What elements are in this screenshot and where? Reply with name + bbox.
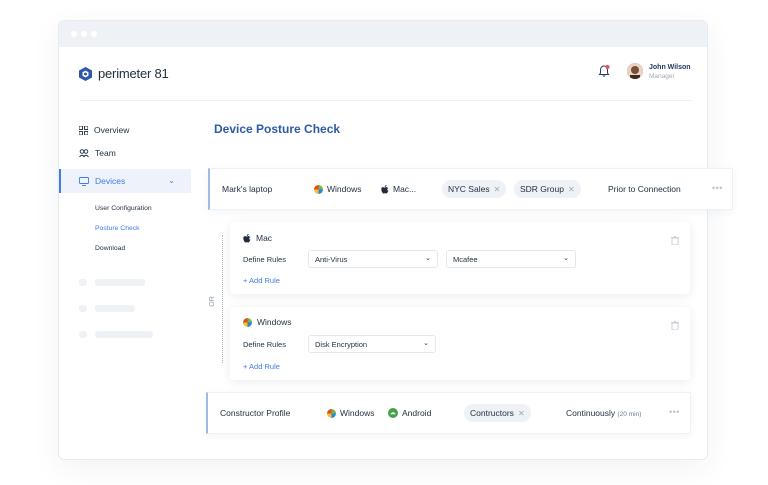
- add-rule-button[interactable]: + Add Rule: [243, 362, 280, 371]
- rule-type-select[interactable]: Disk Encryption ⌄: [308, 335, 436, 353]
- or-label: OR: [208, 296, 216, 307]
- skeleton-icon: [79, 279, 87, 286]
- define-rules-label: Define Rules: [243, 340, 286, 349]
- window-dot: [71, 31, 77, 37]
- sidebar-item-team[interactable]: Team: [79, 148, 116, 158]
- header-divider: [79, 100, 691, 101]
- timing-label: Continuously: [566, 408, 616, 418]
- os-mac: Mac...: [377, 184, 416, 194]
- sidebar-item-label: Devices: [95, 176, 126, 186]
- windows-icon: [243, 317, 252, 327]
- define-rules-label: Define Rules: [243, 255, 286, 264]
- card-title: Mac: [243, 233, 272, 243]
- user-role: Manager: [649, 73, 675, 80]
- close-icon[interactable]: ✕: [568, 185, 575, 194]
- skeleton-icon: [79, 305, 87, 312]
- chip-label: NYC Sales: [448, 184, 490, 194]
- chevron-down-icon: ⌄: [168, 176, 175, 185]
- device-name: Mark's laptop: [222, 184, 273, 194]
- trash-icon[interactable]: [671, 317, 679, 335]
- apple-icon: [381, 184, 389, 193]
- skeleton-line: [95, 305, 135, 312]
- card-title: Windows: [243, 317, 291, 327]
- window-dot: [91, 31, 97, 37]
- os-android: Android: [388, 408, 431, 418]
- more-options-icon[interactable]: •••: [712, 183, 723, 193]
- more-options-icon[interactable]: •••: [669, 407, 680, 417]
- add-rule-button[interactable]: + Add Rule: [243, 276, 280, 285]
- os-label: Android: [402, 408, 432, 418]
- avatar[interactable]: [627, 63, 643, 79]
- or-connector: [222, 235, 223, 363]
- team-icon: [79, 148, 89, 157]
- window-titlebar: [59, 21, 707, 47]
- timing-detail: (20 min): [617, 411, 642, 418]
- group-chip[interactable]: SDR Group ✕: [514, 180, 581, 198]
- os-windows: Windows: [314, 184, 361, 194]
- chevron-down-icon: ⌄: [423, 340, 429, 347]
- window-dot: [81, 31, 87, 37]
- windows-icon: [314, 184, 323, 194]
- os-label: Mac...: [393, 184, 417, 194]
- sidebar-item-devices[interactable]: Devices ⌄: [59, 169, 191, 193]
- perimeter-logo-icon: [79, 66, 92, 81]
- grid-icon: [79, 125, 88, 135]
- app-header: perimeter 81 John Wilson Manager: [59, 47, 709, 101]
- posture-row-marks-laptop[interactable]: Mark's laptop Windows Mac... NYC Sales ✕…: [208, 168, 733, 210]
- posture-row-constructor-profile[interactable]: Constructor Profile Windows Android Cont…: [206, 392, 691, 434]
- chip-label: Contructors: [470, 408, 514, 418]
- apple-icon: [243, 233, 251, 242]
- sidebar-subitem-posture-check[interactable]: Posture Check: [95, 225, 140, 232]
- logo[interactable]: perimeter 81: [79, 66, 169, 81]
- skeleton-line: [95, 331, 153, 338]
- device-name: Constructor Profile: [220, 408, 291, 418]
- rule-vendor-select[interactable]: Mcafee ⌄: [446, 250, 576, 268]
- windows-icon: [327, 408, 336, 418]
- chevron-down-icon: ⌄: [563, 255, 569, 262]
- sidebar-item-label: Overview: [94, 125, 130, 135]
- sidebar-subitem-download[interactable]: Download: [95, 245, 125, 252]
- os-label: Windows: [340, 408, 375, 418]
- card-os-label: Windows: [257, 317, 292, 327]
- monitor-icon: [79, 176, 89, 186]
- select-value: Mcafee: [453, 254, 478, 264]
- select-value: Anti-Virus: [315, 254, 348, 264]
- chevron-down-icon: ⌄: [425, 255, 431, 262]
- rule-card-mac: Mac Define Rules Anti-Virus ⌄ Mcafee ⌄ +…: [230, 222, 690, 294]
- notification-bell-icon[interactable]: [597, 64, 611, 83]
- user-name[interactable]: John Wilson: [649, 64, 691, 71]
- os-windows: Windows: [327, 408, 374, 418]
- check-timing: Prior to Connection: [608, 184, 681, 194]
- sidebar-item-label: Team: [95, 148, 116, 158]
- skeleton-line: [95, 279, 145, 286]
- os-label: Windows: [327, 184, 362, 194]
- android-icon: [388, 408, 398, 418]
- sidebar-subitem-user-configuration[interactable]: User Configuration: [95, 205, 152, 212]
- check-timing: Continuously (20 min): [566, 408, 641, 418]
- page-title: Device Posture Check: [214, 122, 341, 136]
- select-value: Disk Encryption: [315, 339, 368, 349]
- trash-icon[interactable]: [671, 232, 679, 250]
- skeleton-icon: [79, 331, 87, 338]
- sidebar-item-overview[interactable]: Overview: [79, 125, 129, 135]
- brand-name: perimeter 81: [98, 66, 169, 81]
- close-icon[interactable]: ✕: [518, 409, 525, 418]
- group-chip[interactable]: NYC Sales ✕: [442, 180, 507, 198]
- group-chip[interactable]: Contructors ✕: [464, 404, 531, 422]
- chip-label: SDR Group: [520, 184, 564, 194]
- card-os-label: Mac: [256, 233, 273, 243]
- close-icon[interactable]: ✕: [494, 185, 501, 194]
- rule-card-windows: Windows Define Rules Disk Encryption ⌄ +…: [230, 307, 690, 380]
- rule-type-select[interactable]: Anti-Virus ⌄: [308, 250, 438, 268]
